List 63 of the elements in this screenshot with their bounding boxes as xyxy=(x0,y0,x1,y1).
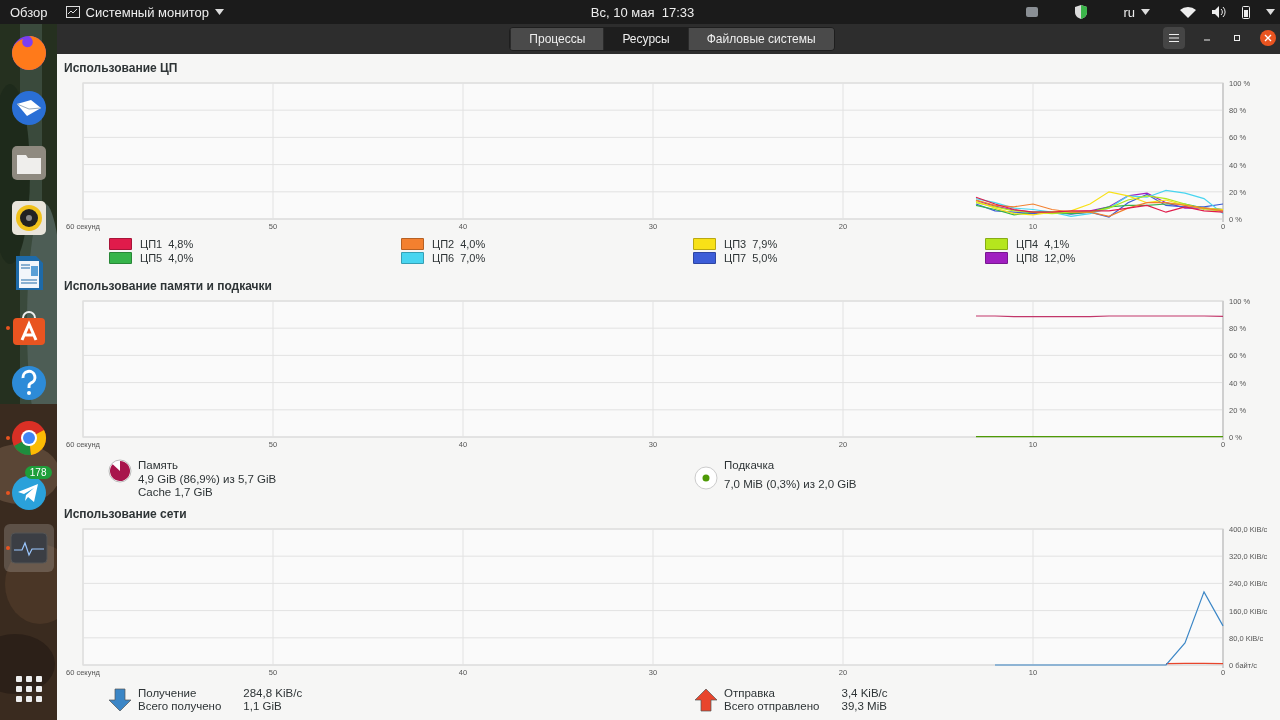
color-swatch xyxy=(693,238,716,250)
legend-detail: 7,0 MiB (0,3%) из 2,0 GiB xyxy=(724,477,857,491)
legend-label: ЦП4 xyxy=(1016,238,1039,250)
legend-title: Получение xyxy=(138,687,198,700)
legend-value: 284,8 KiB/с xyxy=(243,687,303,700)
tab[interactable]: Ресурсы xyxy=(603,28,688,50)
section-title: Использование памяти и подкачки xyxy=(64,279,273,295)
legend-value: 1,1 GiB xyxy=(243,700,283,713)
app-grid-icon[interactable] xyxy=(15,676,42,702)
caret-icon xyxy=(1141,9,1150,15)
legend-detail: 4,9 GiB (86,9%) из 5,7 GiB xyxy=(138,472,277,486)
activities-button[interactable]: Обзор xyxy=(10,4,48,20)
wifi-icon[interactable] xyxy=(1180,6,1196,18)
color-swatch xyxy=(985,252,1008,264)
legend-label: ЦП7 xyxy=(724,252,747,264)
screen-icon[interactable] xyxy=(1025,6,1040,18)
legend-label: ЦП6 xyxy=(432,252,455,264)
battery-icon[interactable] xyxy=(1242,5,1250,19)
volume-icon[interactable] xyxy=(1212,6,1226,18)
shield-icon[interactable] xyxy=(1075,5,1088,19)
tab[interactable]: Процессы xyxy=(510,28,604,50)
legend-value: 12,0% xyxy=(1044,252,1076,264)
usage-pie xyxy=(108,459,132,483)
section-title: Использование ЦП xyxy=(64,61,179,77)
color-swatch xyxy=(109,252,132,264)
legend-label: ЦП1 xyxy=(140,238,163,250)
legend-title: Всего отправлено xyxy=(724,700,820,713)
legend-value: 7,9% xyxy=(752,238,778,250)
legend-label: ЦП8 xyxy=(1016,252,1039,264)
legend-title: Всего получено xyxy=(138,700,222,713)
app-menu[interactable]: Системный монитор xyxy=(65,4,224,20)
legend-title: Отправка xyxy=(724,687,777,700)
keyboard-layout[interactable]: ru xyxy=(1123,4,1135,20)
legend-value: 39,3 MiB xyxy=(841,700,888,713)
legend-value: 5,0% xyxy=(752,252,778,264)
section-title: Использование сети xyxy=(64,507,188,523)
color-swatch xyxy=(401,238,424,250)
close-icon[interactable] xyxy=(1259,29,1277,47)
legend-value: 7,0% xyxy=(460,252,486,264)
caret-icon[interactable] xyxy=(1266,9,1275,15)
legend-label: ЦП5 xyxy=(140,252,163,264)
legend-value: 3,4 KiB/с xyxy=(841,687,888,700)
color-swatch xyxy=(693,252,716,264)
color-swatch xyxy=(401,252,424,264)
swap-indicator-icon xyxy=(694,466,718,490)
color-swatch xyxy=(109,238,132,250)
legend-value: 4,1% xyxy=(1044,238,1070,250)
legend-label: ЦП2 xyxy=(432,238,455,250)
legend-label: ЦП3 xyxy=(724,238,747,250)
menu-icon xyxy=(1169,34,1179,42)
tab[interactable]: Файловые системы xyxy=(687,28,834,50)
legend-value: 4,0% xyxy=(460,238,486,250)
legend-detail: Cache 1,7 GiB xyxy=(138,486,214,500)
legend-title: Подкачка xyxy=(724,459,776,473)
graph-icon xyxy=(65,6,80,18)
color-swatch xyxy=(985,238,1008,250)
legend-title: Память xyxy=(138,459,180,473)
app-name: Системный монитор xyxy=(85,4,209,20)
clock[interactable]: Вс, 10 мая 17:33 xyxy=(590,4,695,20)
caret-icon xyxy=(214,9,224,15)
menu-button[interactable] xyxy=(1163,27,1185,49)
legend-value: 4,8% xyxy=(168,238,194,250)
legend-value: 4,0% xyxy=(168,252,194,264)
